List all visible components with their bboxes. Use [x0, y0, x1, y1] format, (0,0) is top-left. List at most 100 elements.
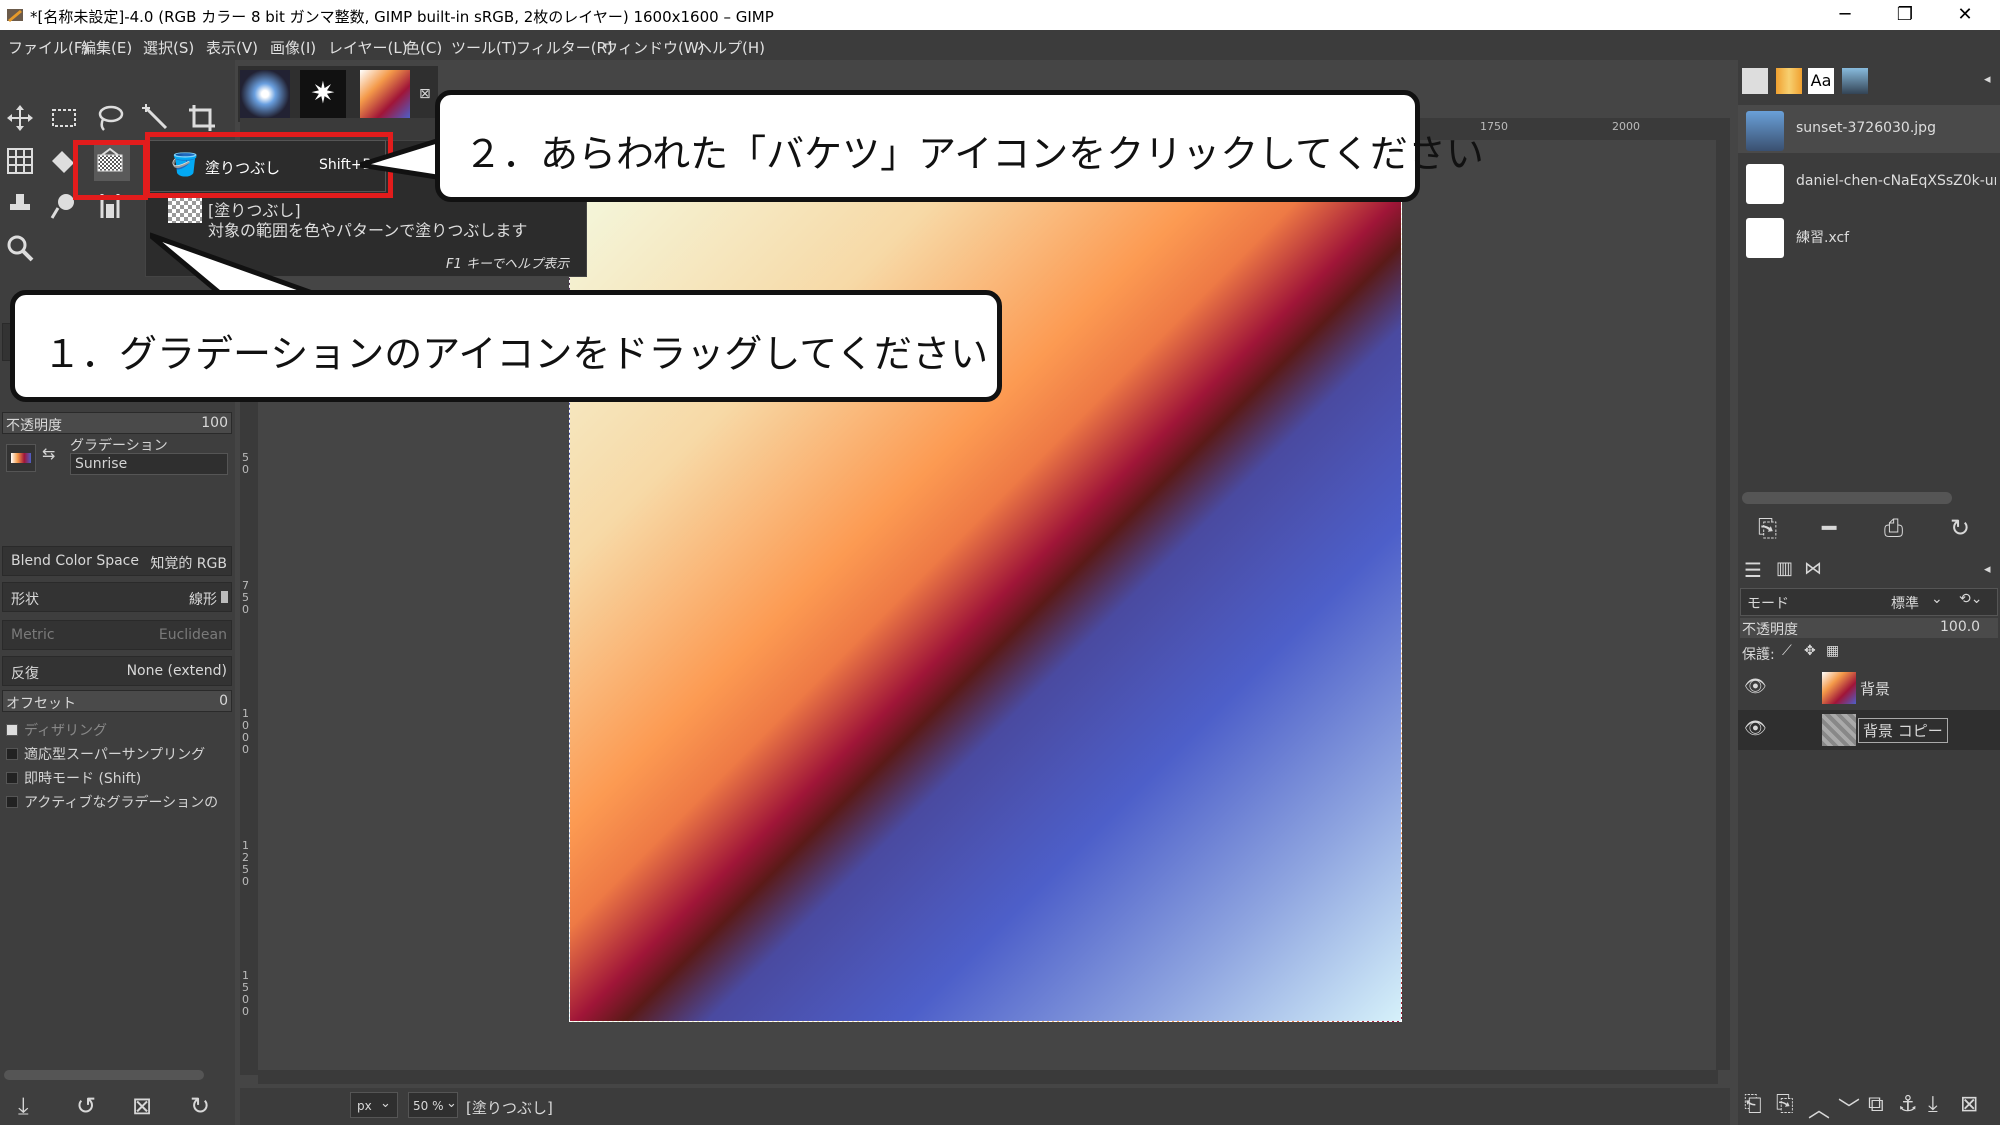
gradient-selector[interactable]: ⇆ グラデーション Sunrise [4, 438, 232, 478]
brushes-tab-icon[interactable] [1742, 68, 1768, 94]
document-icon [1746, 218, 1784, 258]
gradient-preview-button[interactable] [6, 444, 36, 472]
eye-icon[interactable]: 👁 [1744, 718, 1767, 739]
gradient-preview[interactable] [360, 70, 410, 118]
restore-options-icon[interactable]: ↺ [76, 1092, 96, 1120]
dock-menu-icon[interactable]: ◂ [1984, 562, 1991, 577]
brush-preview[interactable] [240, 70, 290, 118]
menu-help[interactable]: ヘルプ(H) [697, 37, 765, 58]
delete-layer-icon[interactable]: ⊠ [1960, 1092, 1978, 1117]
layer-row[interactable]: 👁 背景 コピー [1738, 710, 2000, 750]
lock-position-icon[interactable]: ✥ [1804, 643, 1816, 659]
maximize-button[interactable]: ❐ [1875, 2, 1935, 28]
instant-mode-option[interactable]: 即時モード (Shift) [4, 768, 232, 788]
new-group-icon[interactable]: ⎘ [1776, 1092, 1794, 1117]
active-gradient-option[interactable]: アクティブなグラデーションの [4, 792, 232, 812]
dither-option[interactable]: ディザリング [4, 720, 232, 740]
shape-combo[interactable]: 形状 線形 [2, 582, 232, 612]
shape-value: 線形 [189, 592, 217, 608]
lock-pixels-icon[interactable]: ⟋ [1782, 643, 1792, 659]
toolbox-scrollbar[interactable] [4, 1070, 204, 1080]
menu-layer[interactable]: レイヤー(L) [328, 37, 408, 58]
layer-row[interactable]: 👁 背景 [1738, 668, 2000, 708]
fonts-tab-icon[interactable]: Aa [1808, 68, 1834, 94]
supersample-checkbox[interactable] [6, 748, 18, 760]
patterns-tab-icon[interactable] [1776, 68, 1802, 94]
horizontal-scrollbar[interactable] [258, 1070, 1718, 1084]
move-tool[interactable] [4, 102, 40, 138]
image-list-item[interactable]: daniel-chen-cNaEqXSsZ0k-unsp [1746, 158, 1996, 208]
raise-layer-icon[interactable]: ︿ [1808, 1092, 1830, 1124]
layer-opacity-slider[interactable]: 不透明度 100.0 [1740, 618, 1998, 638]
menu-windows[interactable]: ウィンドウ(W) [603, 37, 705, 58]
menu-image[interactable]: 画像(I) [270, 37, 316, 58]
channels-tab-icon[interactable]: ▥ [1776, 558, 1793, 579]
supersample-option[interactable]: 適応型スーパーサンプリング [4, 744, 232, 764]
zoom-tool[interactable] [4, 232, 40, 268]
layers-tab-icon[interactable]: ☰ [1744, 558, 1762, 582]
clone-tool[interactable] [4, 190, 40, 226]
highlight-gradient-tool [73, 140, 148, 200]
menu-tools[interactable]: ツール(T) [451, 37, 517, 58]
mode-value: 標準 [1891, 596, 1919, 612]
active-gradient-checkbox[interactable] [6, 796, 18, 808]
refresh-icon[interactable]: ↻ [1950, 514, 1970, 542]
blend-label: Blend Color Space [11, 553, 139, 569]
chevron-down-icon[interactable]: ⌄ [446, 1096, 457, 1111]
dock-tabs-bottom: ☰ ▥ ⋈ ◂ [1738, 552, 2000, 586]
status-bar: px ⌄ 50 % ⌄ [塗りつぶし] [240, 1088, 1730, 1125]
unified-transform-tool[interactable] [4, 145, 40, 181]
opacity-slider[interactable]: 不透明度 100 [2, 412, 232, 434]
layer-name-editing[interactable]: 背景 コピー [1858, 718, 1948, 743]
lower-layer-icon[interactable]: ﹀ [1838, 1092, 1860, 1124]
vertical-scrollbar[interactable] [1716, 140, 1730, 1070]
pattern-preview[interactable]: ✷ [300, 70, 346, 118]
dock-menu-icon[interactable]: ◂ [1984, 72, 1991, 87]
reset-options-icon[interactable]: ↻ [190, 1092, 210, 1120]
menu-edit[interactable]: 編集(E) [81, 37, 132, 58]
brush-pattern-gradient-preview: ✷ ⊠ [238, 66, 438, 122]
offset-slider[interactable]: オフセット 0 [2, 690, 232, 712]
menu-view[interactable]: 表示(V) [206, 37, 258, 58]
minimize-button[interactable]: ─ [1815, 2, 1875, 28]
opacity-label: 不透明度 [6, 418, 62, 434]
lock-row: 保護: ⟋ ✥ ▦ [1740, 642, 1998, 664]
repeat-combo[interactable]: 反復 None (extend) [2, 656, 232, 686]
rect-select-tool[interactable] [48, 102, 84, 138]
blend-color-space-combo[interactable]: Blend Color Space 知覚的 RGB [2, 546, 232, 576]
image-name: sunset-3726030.jpg [1796, 120, 1936, 136]
reverse-gradient-icon[interactable]: ⇆ [42, 444, 55, 463]
image-list-scrollbar[interactable] [1742, 492, 1952, 504]
image-list-item[interactable]: 練習.xcf [1746, 212, 1996, 262]
eye-icon[interactable]: 👁 [1744, 676, 1767, 697]
lock-alpha-icon[interactable]: ▦ [1826, 643, 1839, 659]
duplicate-layer-icon[interactable]: ⧉ [1868, 1092, 1884, 1117]
paths-tab-icon[interactable]: ⋈ [1804, 558, 1822, 579]
mode-reset-icon[interactable]: ⟲⌄ [1959, 591, 1982, 607]
layer-actions: ⎗ ⎘ ︿ ﹀ ⧉ ⚓ ⤓ ⊠ [1738, 1090, 2000, 1125]
lasso-tool[interactable] [94, 102, 130, 138]
instant-mode-checkbox[interactable] [6, 772, 18, 784]
save-options-icon[interactable]: ⤓ [18, 1092, 29, 1120]
magic-wand-icon [142, 104, 168, 130]
images-tab-icon[interactable] [1842, 68, 1868, 94]
print-image-icon[interactable]: ⎙ [1884, 514, 1903, 542]
image-list-item[interactable]: sunset-3726030.jpg [1746, 105, 1996, 155]
menu-file[interactable]: ファイル(F) [8, 37, 88, 58]
merge-layer-icon[interactable]: ⤓ [1928, 1092, 1938, 1117]
close-button[interactable]: ✕ [1935, 2, 1995, 28]
menu-select[interactable]: 選択(S) [143, 37, 194, 58]
menu-filters[interactable]: フィルター(R) [516, 37, 613, 58]
close-preview-icon[interactable]: ⊠ [419, 86, 431, 102]
dither-checkbox[interactable] [6, 724, 18, 736]
new-layer-icon[interactable]: ⎗ [1744, 1092, 1762, 1117]
anchor-layer-icon[interactable]: ⚓ [1898, 1092, 1918, 1117]
remove-image-icon[interactable]: ━ [1822, 514, 1836, 542]
open-image-icon[interactable]: ⎘ [1758, 514, 1777, 542]
delete-options-icon[interactable]: ⊠ [132, 1092, 152, 1120]
menu-color[interactable]: 色(C) [405, 37, 442, 58]
chevron-down-icon[interactable]: ⌄ [1931, 591, 1943, 607]
layer-mode-combo[interactable]: モード 標準 ⌄ ⟲⌄ [1740, 588, 1998, 616]
gradient-name-field[interactable]: Sunrise [70, 453, 228, 475]
chevron-down-icon[interactable]: ⌄ [380, 1096, 391, 1111]
